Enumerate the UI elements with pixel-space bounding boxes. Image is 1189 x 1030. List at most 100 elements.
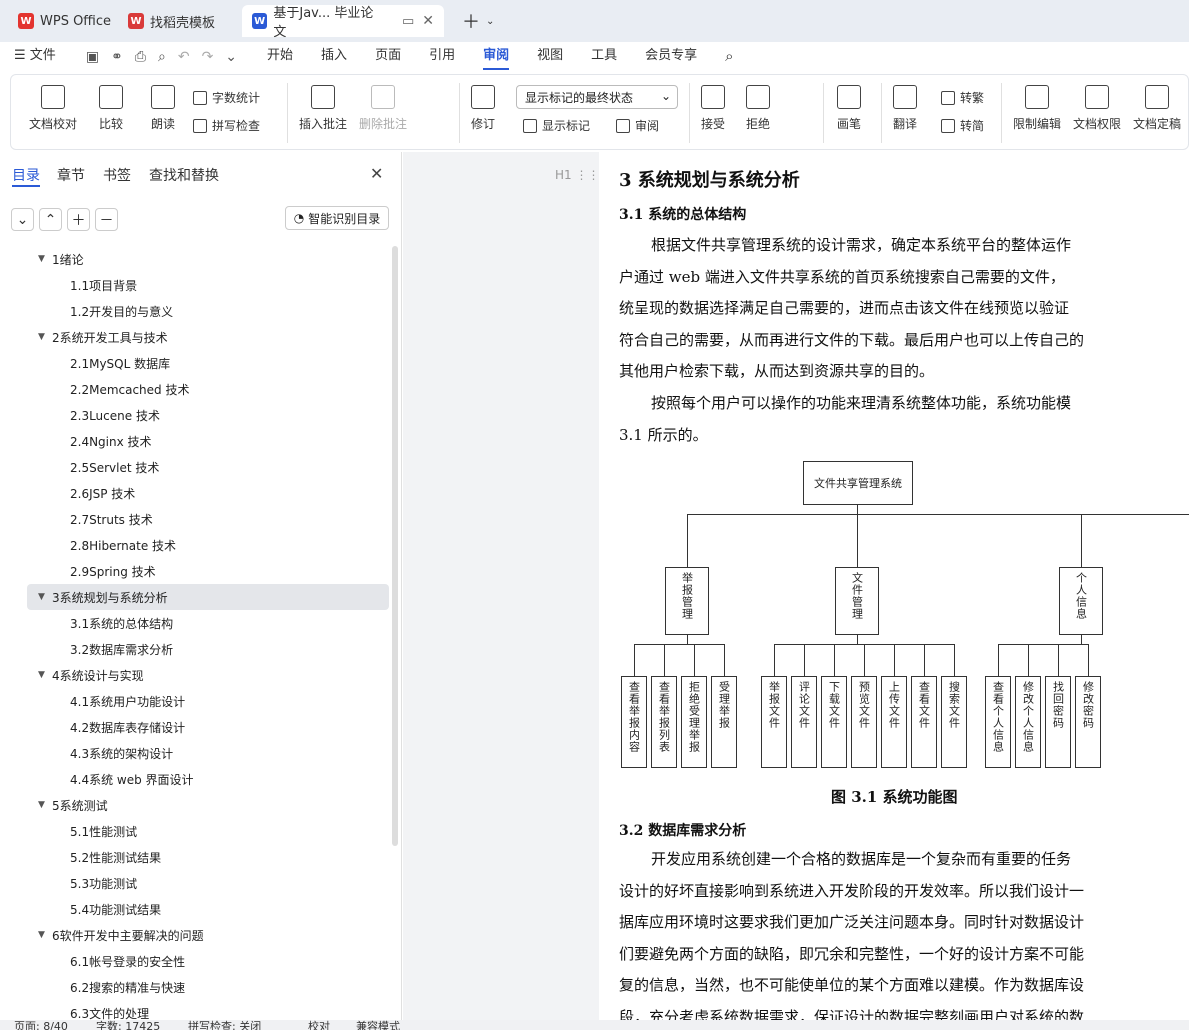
toc-item[interactable]: 5.3功能测试	[0, 870, 400, 896]
close-icon[interactable]: ✕	[370, 164, 383, 183]
toc-item[interactable]: 3.1系统的总体结构	[0, 610, 400, 636]
print-preview-icon[interactable]: ⌕	[158, 49, 166, 65]
tab-toc[interactable]: 目录	[12, 165, 40, 185]
heading-handle-icon[interactable]: H1 ⋮⋮	[555, 168, 600, 182]
toc-item[interactable]: 5.2性能测试结果	[0, 844, 400, 870]
toc-item[interactable]: ▼ 3系统规划与系统分析	[27, 584, 389, 610]
node-label: 评论文件	[797, 681, 811, 729]
show-markup-button[interactable]: 显示标记	[523, 117, 590, 134]
compare-button[interactable]: 比较	[99, 75, 123, 132]
toc-item[interactable]: 4.4系统 web 界面设计	[0, 766, 400, 792]
label: 拒绝	[746, 117, 771, 131]
save-icon[interactable]: ▣	[86, 49, 99, 65]
tab-wps-office[interactable]: W WPS Office	[8, 5, 121, 37]
expand-arrow-icon[interactable]: ▼	[38, 254, 52, 264]
redo-icon[interactable]: ↷	[202, 49, 214, 65]
menu-start[interactable]: 开始	[253, 42, 307, 72]
toc-item[interactable]: 2.6JSP 技术	[0, 480, 400, 506]
delete-comment-button[interactable]: 删除批注	[359, 75, 407, 132]
toc-item[interactable]: 4.1系统用户功能设计	[0, 688, 400, 714]
toc-item[interactable]: 5.1性能测试	[0, 818, 400, 844]
active-tab-indicator	[12, 185, 40, 187]
search-icon[interactable]: ⌕	[711, 42, 747, 72]
add-level-button[interactable]: ＋	[67, 208, 90, 231]
toc-item[interactable]: 5.4功能测试结果	[0, 896, 400, 922]
toc-item[interactable]: ▼ 1绪论	[0, 246, 400, 272]
label: 智能识别目录	[308, 211, 381, 226]
toc-item[interactable]: 2.1MySQL 数据库	[0, 350, 400, 376]
chevron-down-icon[interactable]: ⌄	[486, 16, 494, 27]
proof-status[interactable]: 校对	[308, 1020, 330, 1030]
link-icon[interactable]: ⚭	[111, 49, 123, 65]
new-tab-button[interactable]: ＋ ⌄	[452, 5, 504, 37]
toc-item[interactable]: 4.3系统的架构设计	[0, 740, 400, 766]
toc-item[interactable]: 6.2搜索的精准与快速	[0, 974, 400, 1000]
markup-state-select[interactable]: 显示标记的最终状态 ⌄	[516, 85, 678, 109]
undo-icon[interactable]: ↶	[178, 49, 190, 65]
pen-button[interactable]: 画笔	[837, 75, 861, 132]
expand-arrow-icon[interactable]: ▼	[38, 332, 52, 342]
remove-level-button[interactable]: －	[95, 208, 118, 231]
chevron-down-icon[interactable]: ⌄	[225, 49, 237, 65]
print-icon[interactable]: ⎙	[135, 49, 146, 65]
menu-insert[interactable]: 插入	[307, 42, 361, 72]
toc-item[interactable]: 1.1项目背景	[0, 272, 400, 298]
accept-button[interactable]: 接受	[701, 75, 725, 132]
doc-permission-button[interactable]: 文档权限	[1073, 75, 1121, 132]
doc-check-button[interactable]: 文档校对	[29, 75, 77, 132]
toc-item[interactable]: 2.7Struts 技术	[0, 506, 400, 532]
tab-template[interactable]: W 找稻壳模板	[118, 5, 225, 37]
toc-item[interactable]: 2.5Servlet 技术	[0, 454, 400, 480]
word-count[interactable]: 字数: 17425	[96, 1020, 160, 1030]
menu-member[interactable]: 会员专享	[631, 42, 711, 72]
toc-item[interactable]: 3.2数据库需求分析	[0, 636, 400, 662]
expand-arrow-icon[interactable]: ▼	[38, 930, 52, 940]
tab-find-replace[interactable]: 查找和替换	[149, 165, 219, 185]
toc-item[interactable]: 2.4Nginx 技术	[0, 428, 400, 454]
translate-button[interactable]: 翻译	[893, 75, 917, 132]
window-icon[interactable]: ▭	[402, 14, 414, 29]
spell-status[interactable]: 拼写检查: 关闭	[188, 1020, 261, 1030]
toc-item[interactable]: ▼ 4系统设计与实现	[0, 662, 400, 688]
menu-file[interactable]: ☰ 文件	[0, 42, 70, 72]
expand-arrow-icon[interactable]: ▼	[38, 592, 52, 602]
smart-toc-button[interactable]: ◔ 智能识别目录	[285, 206, 389, 230]
doc-finalize-button[interactable]: 文档定稿	[1133, 75, 1181, 132]
tab-document[interactable]: W 基于Jav... 毕业论文 ▭ ✕	[242, 5, 444, 40]
menu-tools[interactable]: 工具	[577, 42, 631, 72]
menu-page[interactable]: 页面	[361, 42, 415, 72]
page-indicator[interactable]: 页面: 8/40	[14, 1020, 68, 1030]
toc-label: 2.8Hibernate 技术	[70, 538, 177, 553]
insert-comment-button[interactable]: 插入批注	[299, 75, 347, 132]
menu-reference[interactable]: 引用	[415, 42, 469, 72]
menu-review[interactable]: 审阅	[469, 42, 523, 72]
toc-item[interactable]: 2.3Lucene 技术	[0, 402, 400, 428]
toc-item[interactable]: 4.2数据库表存储设计	[0, 714, 400, 740]
word-count-button[interactable]: 字数统计	[193, 89, 260, 106]
spell-check-button[interactable]: 拼写检查	[193, 117, 260, 134]
to-simplified-button[interactable]: 转简	[941, 117, 984, 134]
read-aloud-button[interactable]: 朗读	[151, 75, 175, 132]
collapse-down-button[interactable]: ⌄	[11, 208, 34, 231]
to-traditional-button[interactable]: 转繁	[941, 89, 984, 106]
expand-arrow-icon[interactable]: ▼	[38, 800, 52, 810]
review-pane-button[interactable]: 审阅	[616, 117, 659, 134]
tab-bookmark[interactable]: 书签	[103, 165, 131, 185]
scrollbar[interactable]	[392, 246, 398, 846]
toc-item[interactable]: ▼ 6软件开发中主要解决的问题	[0, 922, 400, 948]
toc-item[interactable]: 2.2Memcached 技术	[0, 376, 400, 402]
toc-item[interactable]: 6.1帐号登录的安全性	[0, 948, 400, 974]
toc-item[interactable]: 1.2开发目的与意义	[0, 298, 400, 324]
tab-chapter[interactable]: 章节	[57, 165, 85, 185]
toc-item[interactable]: ▼ 5系统测试	[0, 792, 400, 818]
toc-item[interactable]: 2.8Hibernate 技术	[0, 532, 400, 558]
toc-item[interactable]: 2.9Spring 技术	[0, 558, 400, 584]
reject-button[interactable]: 拒绝	[746, 75, 770, 132]
expand-arrow-icon[interactable]: ▼	[38, 670, 52, 680]
collapse-up-button[interactable]: ⌃	[39, 208, 62, 231]
revise-button[interactable]: 修订	[471, 75, 495, 132]
toc-item[interactable]: ▼ 2系统开发工具与技术	[0, 324, 400, 350]
close-tab-icon[interactable]: ✕	[422, 13, 434, 29]
menu-view[interactable]: 视图	[523, 42, 577, 72]
restrict-edit-button[interactable]: 限制编辑	[1013, 75, 1061, 132]
